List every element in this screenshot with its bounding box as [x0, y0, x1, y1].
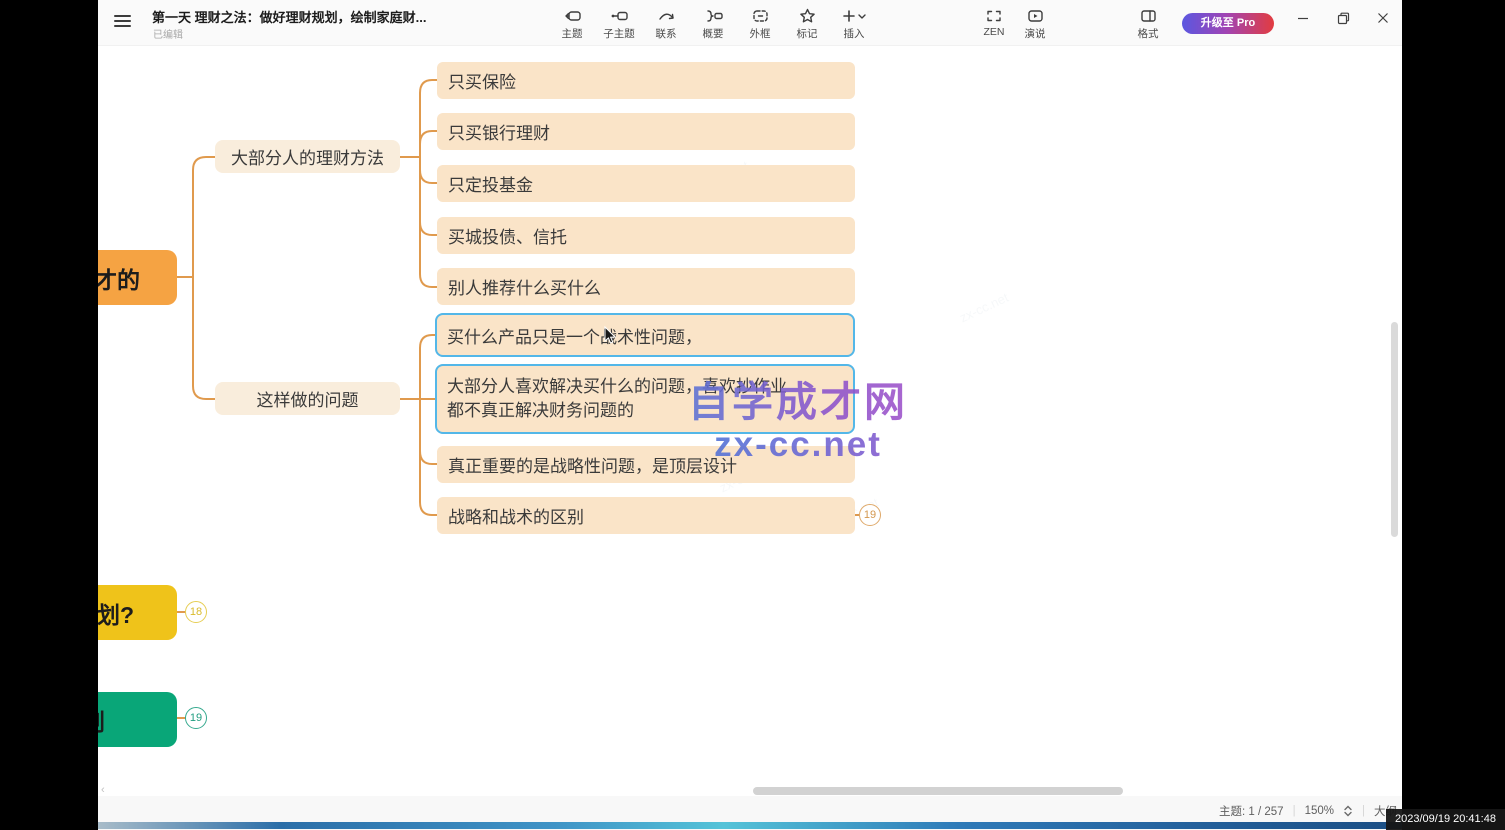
timestamp-overlay: 2023/09/19 20:41:48 [1386, 809, 1505, 830]
titlebar: 第一天 理财之法：做好理财规划，绘制家庭财... 已编辑 主题 子主题 联系 [98, 0, 1402, 46]
relationship-button[interactable]: 联系 [648, 5, 684, 42]
summary-icon [704, 6, 723, 25]
child-topic-node[interactable]: 只买银行理财 [437, 113, 855, 150]
statusbar: 主题: 1 / 257 | 150% | 大纲 [1219, 803, 1397, 819]
subtopic-icon [610, 6, 629, 25]
boundary-icon [751, 6, 770, 25]
horizontal-scrollbar[interactable] [753, 787, 1123, 795]
topic-number-badge[interactable]: 19 [859, 504, 881, 526]
child-topic-node[interactable]: 只买保险 [437, 62, 855, 99]
zoom-stepper-icon[interactable] [1343, 805, 1353, 817]
child-topic-node[interactable]: 战略和战术的区别 [437, 497, 855, 534]
marker-button[interactable]: 标记 [789, 5, 825, 42]
mindmap-yellow-node[interactable]: 划? [98, 585, 177, 640]
mode-toolbar: ZEN 演说 [976, 5, 1053, 42]
topic-number-badge[interactable]: 19 [185, 707, 207, 729]
topic-button[interactable]: 主题 [554, 5, 590, 42]
insert-button[interactable]: 插入 [836, 5, 872, 42]
mindmap-root-node[interactable]: 才的 [98, 250, 177, 305]
topic-icon [563, 6, 582, 25]
child-topic-node[interactable]: 只定投基金 [437, 165, 855, 202]
topic-number-badge[interactable]: 18 [185, 601, 207, 623]
zoom-level[interactable]: 150% [1305, 805, 1334, 817]
pitch-button[interactable]: 演说 [1017, 5, 1053, 42]
minimize-button[interactable] [1290, 6, 1316, 30]
branch-node[interactable]: 这样做的问题 [215, 382, 400, 415]
zen-button[interactable]: ZEN [976, 5, 1012, 42]
play-icon [1026, 6, 1045, 25]
format-panel-icon [1139, 6, 1158, 25]
insert-icon [841, 6, 867, 25]
mindmap-green-node[interactable]: 划 [98, 692, 177, 747]
main-toolbar: 主题 子主题 联系 概要 [554, 5, 872, 42]
hamburger-menu-icon[interactable] [114, 15, 131, 28]
edited-status: 已编辑 [153, 26, 183, 41]
document-title: 第一天 理财之法：做好理财规划，绘制家庭财... [152, 7, 426, 26]
format-button[interactable]: 格式 [1130, 5, 1166, 42]
zen-icon [985, 6, 1003, 25]
relationship-icon [657, 6, 676, 25]
child-topic-node[interactable]: 买城投债、信托 [437, 217, 855, 254]
boundary-button[interactable]: 外框 [742, 5, 778, 42]
selected-topic-node[interactable]: 买什么产品只是一个战术性问题， [435, 313, 855, 357]
marker-icon [798, 6, 817, 25]
subtopic-button[interactable]: 子主题 [601, 5, 637, 42]
child-topic-node[interactable]: 真正重要的是战略性问题，是顶层设计 [437, 446, 855, 483]
app-window: 第一天 理财之法：做好理财规划，绘制家庭财... 已编辑 主题 子主题 联系 [98, 0, 1402, 830]
vertical-scrollbar[interactable] [1391, 322, 1398, 537]
scroll-left-icon[interactable]: ‹ [101, 784, 105, 796]
branch-node[interactable]: 大部分人的理财方法 [215, 140, 400, 173]
restore-button[interactable] [1330, 6, 1356, 30]
selected-topic-node[interactable]: 大部分人喜欢解决买什么的问题，喜欢抄作业 都不真正解决财务问题的 [435, 364, 855, 434]
bottom-video-strip [98, 822, 1402, 829]
close-button[interactable] [1370, 6, 1396, 30]
summary-button[interactable]: 概要 [695, 5, 731, 42]
topic-count: 主题: 1 / 257 [1219, 803, 1284, 819]
child-topic-node[interactable]: 别人推荐什么买什么 [437, 268, 855, 305]
upgrade-pro-button[interactable]: 升级至 Pro [1182, 13, 1274, 34]
